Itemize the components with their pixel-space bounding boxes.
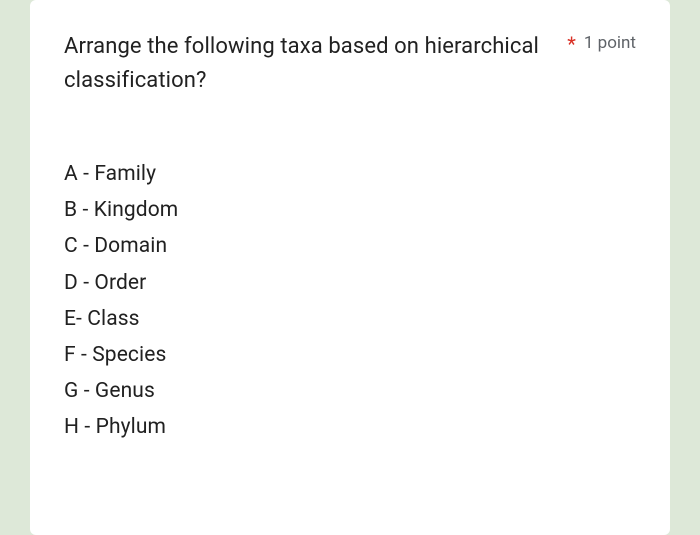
question-header: Arrange the following taxa based on hier… <box>64 30 636 98</box>
required-asterisk: * <box>567 30 576 58</box>
options-list: A - Family B - Kingdom C - Domain D - Or… <box>64 156 636 445</box>
option-item: C - Domain <box>64 228 636 264</box>
option-item: F - Species <box>64 337 636 373</box>
option-item: A - Family <box>64 156 636 192</box>
points-label: 1 point <box>584 30 636 57</box>
question-text: Arrange the following taxa based on hier… <box>64 30 557 98</box>
question-card: Arrange the following taxa based on hier… <box>30 0 670 535</box>
option-item: H - Phylum <box>64 409 636 445</box>
option-item: B - Kingdom <box>64 192 636 228</box>
option-item: G - Genus <box>64 373 636 409</box>
option-item: E- Class <box>64 301 636 337</box>
option-item: D - Order <box>64 265 636 301</box>
